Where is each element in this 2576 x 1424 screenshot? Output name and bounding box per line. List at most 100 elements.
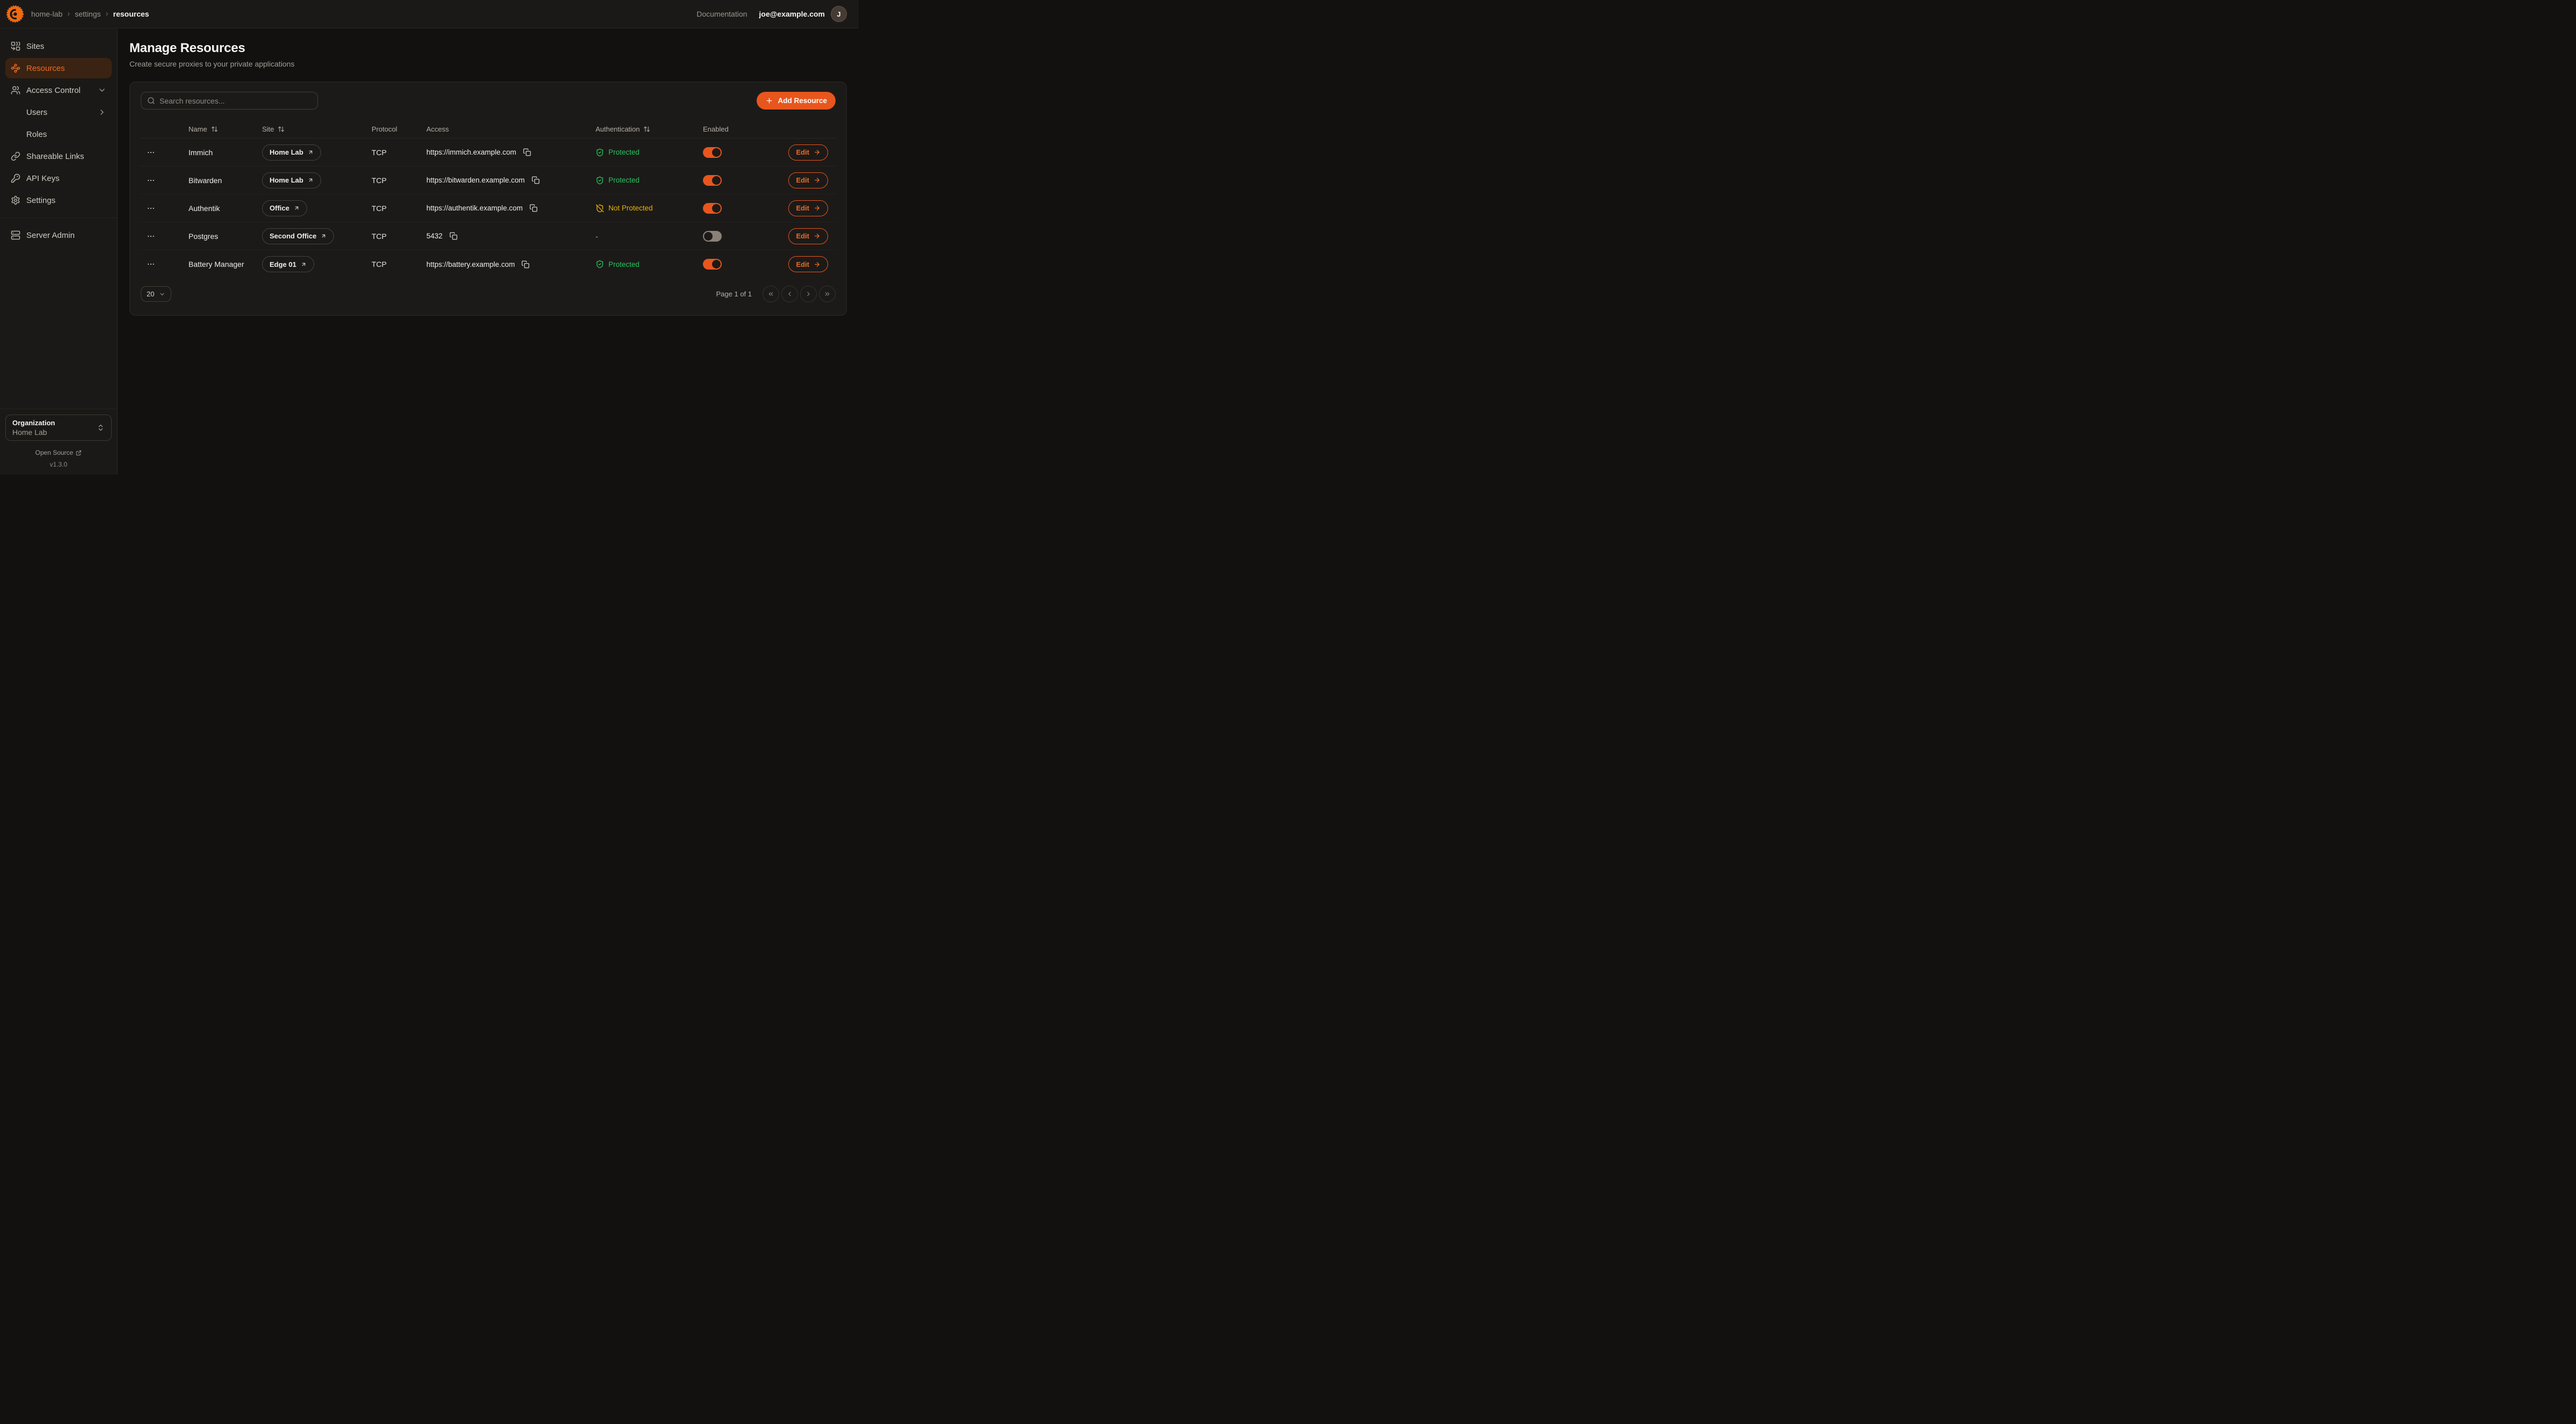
column-header-protocol: Protocol [372,125,426,133]
resource-name: Authentik [188,204,262,213]
table-body: Immich Home Lab TCP https://immich.examp… [141,139,836,278]
sidebar: Sites Resources Access Control Users Rol… [0,28,118,475]
next-page-button[interactable] [800,286,817,302]
auth-status: Protected [596,176,703,185]
sidebar-item-shareable-links[interactable]: Shareable Links [5,146,112,166]
row-menu-button[interactable] [144,173,158,187]
main-content: Manage Resources Create secure proxies t… [118,28,859,475]
add-resource-button[interactable]: Add Resource [757,92,836,110]
enabled-toggle[interactable] [703,231,722,242]
table-row: Battery Manager Edge 01 TCP https://batt… [141,250,836,278]
sidebar-item-roles[interactable]: Roles [5,124,112,144]
copy-icon [529,204,538,212]
app-logo-icon[interactable] [6,5,24,23]
enabled-toggle[interactable] [703,203,722,214]
sidebar-item-settings[interactable]: Settings [5,190,112,210]
topbar: home-lab › settings › resources Document… [0,0,859,28]
edit-button[interactable]: Edit [788,144,828,161]
enabled-toggle[interactable] [703,175,722,186]
copy-button[interactable] [522,148,532,157]
arrow-up-right-icon [294,205,300,211]
sidebar-item-label: Shareable Links [26,152,84,161]
breadcrumb-settings[interactable]: settings [75,10,100,18]
sidebar-item-label: Sites [26,42,44,51]
organization-label: Organization [12,419,55,427]
sidebar-item-label: Access Control [26,86,81,95]
sidebar-item-label: Resources [26,64,65,73]
open-source-link[interactable]: Open Source [5,449,112,456]
chevron-left-icon [786,290,793,297]
sidebar-item-server-admin[interactable]: Server Admin [5,225,112,245]
sidebar-divider [0,217,117,218]
sidebar-item-api-keys[interactable]: API Keys [5,168,112,188]
sort-icon [643,126,650,133]
edit-button[interactable]: Edit [788,172,828,188]
page-size-select[interactable]: 20 [141,286,171,302]
row-menu-button[interactable] [144,229,158,243]
gear-icon [11,195,20,205]
auth-status: Protected [596,148,703,157]
last-page-button[interactable] [819,286,836,302]
arrow-right-icon [814,233,821,239]
combine-icon [11,41,20,51]
table-row: Immich Home Lab TCP https://immich.examp… [141,139,836,166]
column-header-name[interactable]: Name [188,125,262,133]
external-link-icon [76,450,82,456]
avatar[interactable]: J [831,6,847,22]
enabled-toggle[interactable] [703,147,722,158]
site-link[interactable]: Home Lab [262,144,321,161]
search-input[interactable] [159,97,311,105]
site-link[interactable]: Edge 01 [262,256,314,272]
table-row: Bitwarden Home Lab TCP https://bitwarden… [141,166,836,194]
sidebar-item-users[interactable]: Users [5,102,112,122]
edit-button[interactable]: Edit [788,256,828,272]
site-link[interactable]: Home Lab [262,172,321,188]
copy-icon [521,260,529,268]
arrow-up-right-icon [308,149,314,155]
ellipsis-icon [147,148,155,157]
breadcrumb: home-lab › settings › resources [31,10,149,19]
auth-status: Protected [596,260,703,268]
breadcrumb-current-page: resources [113,10,149,18]
resource-access: 5432 [426,232,442,240]
user-menu[interactable]: joe@example.com J [759,6,847,22]
breadcrumb-org[interactable]: home-lab [31,10,62,18]
enabled-toggle[interactable] [703,259,722,270]
sidebar-item-sites[interactable]: Sites [5,36,112,56]
copy-button[interactable] [528,204,538,213]
copy-button[interactable] [531,176,540,185]
shield-check-icon [596,260,604,268]
open-source-label: Open Source [35,449,74,456]
site-link[interactable]: Office [262,200,307,216]
ellipsis-icon [147,260,155,268]
table-row: Postgres Second Office TCP 5432 - Edit [141,222,836,250]
row-menu-button[interactable] [144,146,158,159]
key-icon [11,173,20,183]
organization-selector[interactable]: Organization Home Lab [5,415,112,441]
row-menu-button[interactable] [144,201,158,215]
resource-access: https://authentik.example.com [426,204,523,212]
sidebar-item-label: Settings [26,196,55,205]
documentation-link[interactable]: Documentation [696,10,747,18]
edit-button[interactable]: Edit [788,228,828,244]
site-link[interactable]: Second Office [262,228,334,244]
ellipsis-icon [147,204,155,213]
pagination: 20 Page 1 of 1 [141,286,836,302]
sidebar-item-access-control[interactable]: Access Control [5,80,112,100]
column-header-site[interactable]: Site [262,125,372,133]
row-menu-button[interactable] [144,257,158,271]
previous-page-button[interactable] [781,286,798,302]
chevron-down-icon [98,86,106,95]
column-header-authentication[interactable]: Authentication [596,125,703,133]
sort-icon [211,126,218,133]
resource-protocol: TCP [372,260,426,268]
shield-check-icon [596,148,604,157]
edit-button[interactable]: Edit [788,200,828,216]
plus-icon [765,97,773,105]
sort-icon [278,126,285,133]
copy-button[interactable] [521,259,531,269]
resource-protocol: TCP [372,204,426,213]
sidebar-item-resources[interactable]: Resources [5,58,112,78]
first-page-button[interactable] [763,286,779,302]
copy-button[interactable] [448,231,458,241]
